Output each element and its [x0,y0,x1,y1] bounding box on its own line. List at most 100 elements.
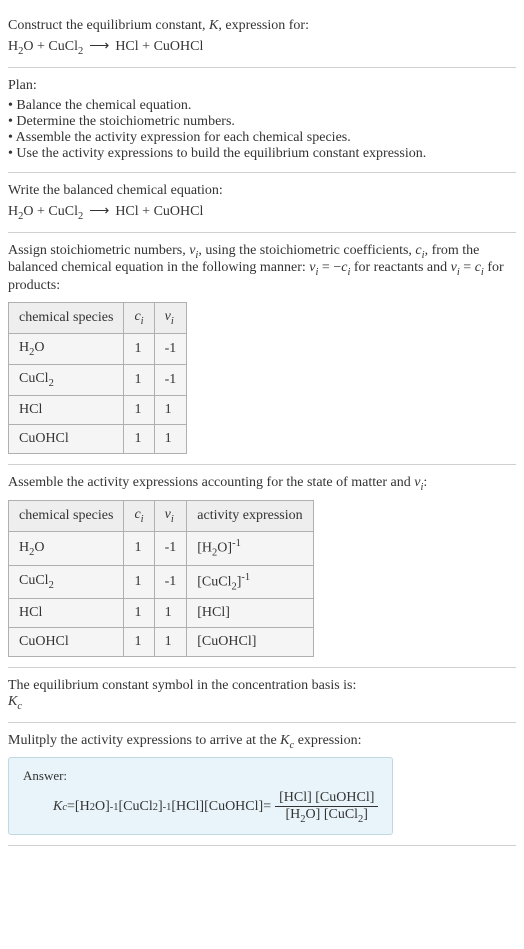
text: [CuCl [197,574,231,589]
cell-nui: -1 [154,532,187,565]
table-header-row: chemical species ci νi activity expressi… [9,501,314,532]
plan-heading: Plan: [8,78,516,94]
text: Assign stoichiometric numbers, [8,243,189,258]
subscript: i [141,316,144,327]
cell-species: H2O [9,532,124,565]
table-row: HCl 1 1 [HCl] [9,599,314,628]
cell-ci: 1 [124,599,154,628]
text: for reactants and [350,260,450,275]
denominator: [H2O] [CuCl2] [282,807,372,825]
text: ] [363,807,368,822]
text: [HCl] [279,790,315,805]
cell-ci: 1 [124,532,154,565]
subscript: i [171,316,174,327]
text: [HCl] [171,799,204,815]
text: O [23,204,33,219]
balanced-equation: H2O + CuCl2⟶HCl + CuOHCl [8,203,516,222]
cell-nui: 1 [154,395,187,424]
text: H [19,540,29,555]
col-nui: νi [154,501,187,532]
text: H [19,340,29,355]
cell-nui: 1 [154,628,187,657]
text: [H [75,799,90,815]
cell-nui: -1 [154,333,187,364]
plan-item: Determine the stoichiometric numbers. [8,114,516,130]
text: , using the stoichiometric coefficients, [198,243,415,258]
plus: + [139,39,154,54]
section-symbol: The equilibrium constant symbol in the c… [8,668,516,723]
plus: + [34,204,49,219]
equals: = [263,799,271,815]
text: = [460,260,475,275]
kc-symbol: Kc [8,694,516,712]
text: Mulitply the activity expressions to arr… [8,733,280,748]
plus: + [34,39,49,54]
text: O] [217,541,232,556]
col-activity: activity expression [187,501,313,532]
species-cucl2: CuCl [48,39,78,54]
cell-nui: -1 [154,364,187,395]
stoich-table: chemical species ci νi H2O 1 -1 CuCl2 1 … [8,302,187,453]
col-species: chemical species [9,501,124,532]
text: Assemble the activity expressions accoun… [8,475,414,490]
answer-box: Answer: Kc = [H2O]-1 [CuCl2]-1 [HCl] [Cu… [8,757,393,836]
cell-ci: 1 [124,565,154,598]
species-cuohcl: CuOHCl [154,204,204,219]
balanced-heading: Write the balanced chemical equation: [8,183,516,199]
var-k: K [53,799,62,815]
arrow-icon: ⟶ [89,39,109,54]
subscript: 2 [49,378,54,389]
superscript: -1 [163,802,172,813]
section-stoich: Assign stoichiometric numbers, νi , using… [8,233,516,465]
species-cuohcl: CuOHCl [154,39,204,54]
subscript: i [171,514,174,525]
subscript: 2 [78,211,83,222]
cell-nui: -1 [154,565,187,598]
table-row: H2O 1 -1 [9,333,187,364]
table-row: CuCl2 1 -1 [CuCl2]-1 [9,565,314,598]
stoich-text: Assign stoichiometric numbers, νi, using… [8,243,516,295]
text: O] [95,799,110,815]
table-row: CuCl2 1 -1 [9,364,187,395]
cell-species: HCl [9,599,124,628]
chemical-equation: H2O + CuCl2⟶HCl + CuOHCl [8,38,516,57]
cell-species: H2O [9,333,124,364]
superscript: -1 [232,538,241,549]
cell-activity: [H2O]-1 [187,532,313,565]
text: , expression for: [218,18,309,33]
plan-item: Balance the chemical equation. [8,98,516,114]
cell-species: HCl [9,395,124,424]
text: [CuOHCl] [204,799,263,815]
species-hcl: HCl [115,39,138,54]
section-activity: Assemble the activity expressions accoun… [8,465,516,669]
species-h2o: H [8,204,18,219]
answer-label: Answer: [23,768,378,784]
cell-ci: 1 [124,364,154,395]
var-k: K [280,733,289,748]
cell-nui: 1 [154,424,187,453]
text: O] [306,807,324,822]
text: [CuCl [118,799,152,815]
subscript: 2 [49,580,54,591]
text: O [34,340,44,355]
cell-nui: 1 [154,599,187,628]
cell-ci: 1 [124,395,154,424]
plan-item: Assemble the activity expression for eac… [8,130,516,146]
cell-activity: [CuOHCl] [187,628,313,657]
section-balanced: Write the balanced chemical equation: H 2… [8,173,516,233]
arrow-icon: ⟶ [89,204,109,219]
cell-species: CuCl2 [9,364,124,395]
cell-ci: 1 [124,628,154,657]
species-cucl2: CuCl [48,204,78,219]
activity-table: chemical species ci νi activity expressi… [8,500,314,657]
cell-ci: 1 [124,424,154,453]
table-row: CuOHCl 1 1 [CuOHCl] [9,628,314,657]
col-nui: νi [154,303,187,334]
col-species: chemical species [9,303,124,334]
table-row: H2O 1 -1 [H2O]-1 [9,532,314,565]
text: CuCl [19,573,49,588]
cell-activity: [HCl] [187,599,313,628]
multiply-text: Mulitply the activity expressions to arr… [8,733,516,751]
text: Construct the equilibrium constant, [8,18,209,33]
plan-list: Balance the chemical equation. Determine… [8,98,516,162]
